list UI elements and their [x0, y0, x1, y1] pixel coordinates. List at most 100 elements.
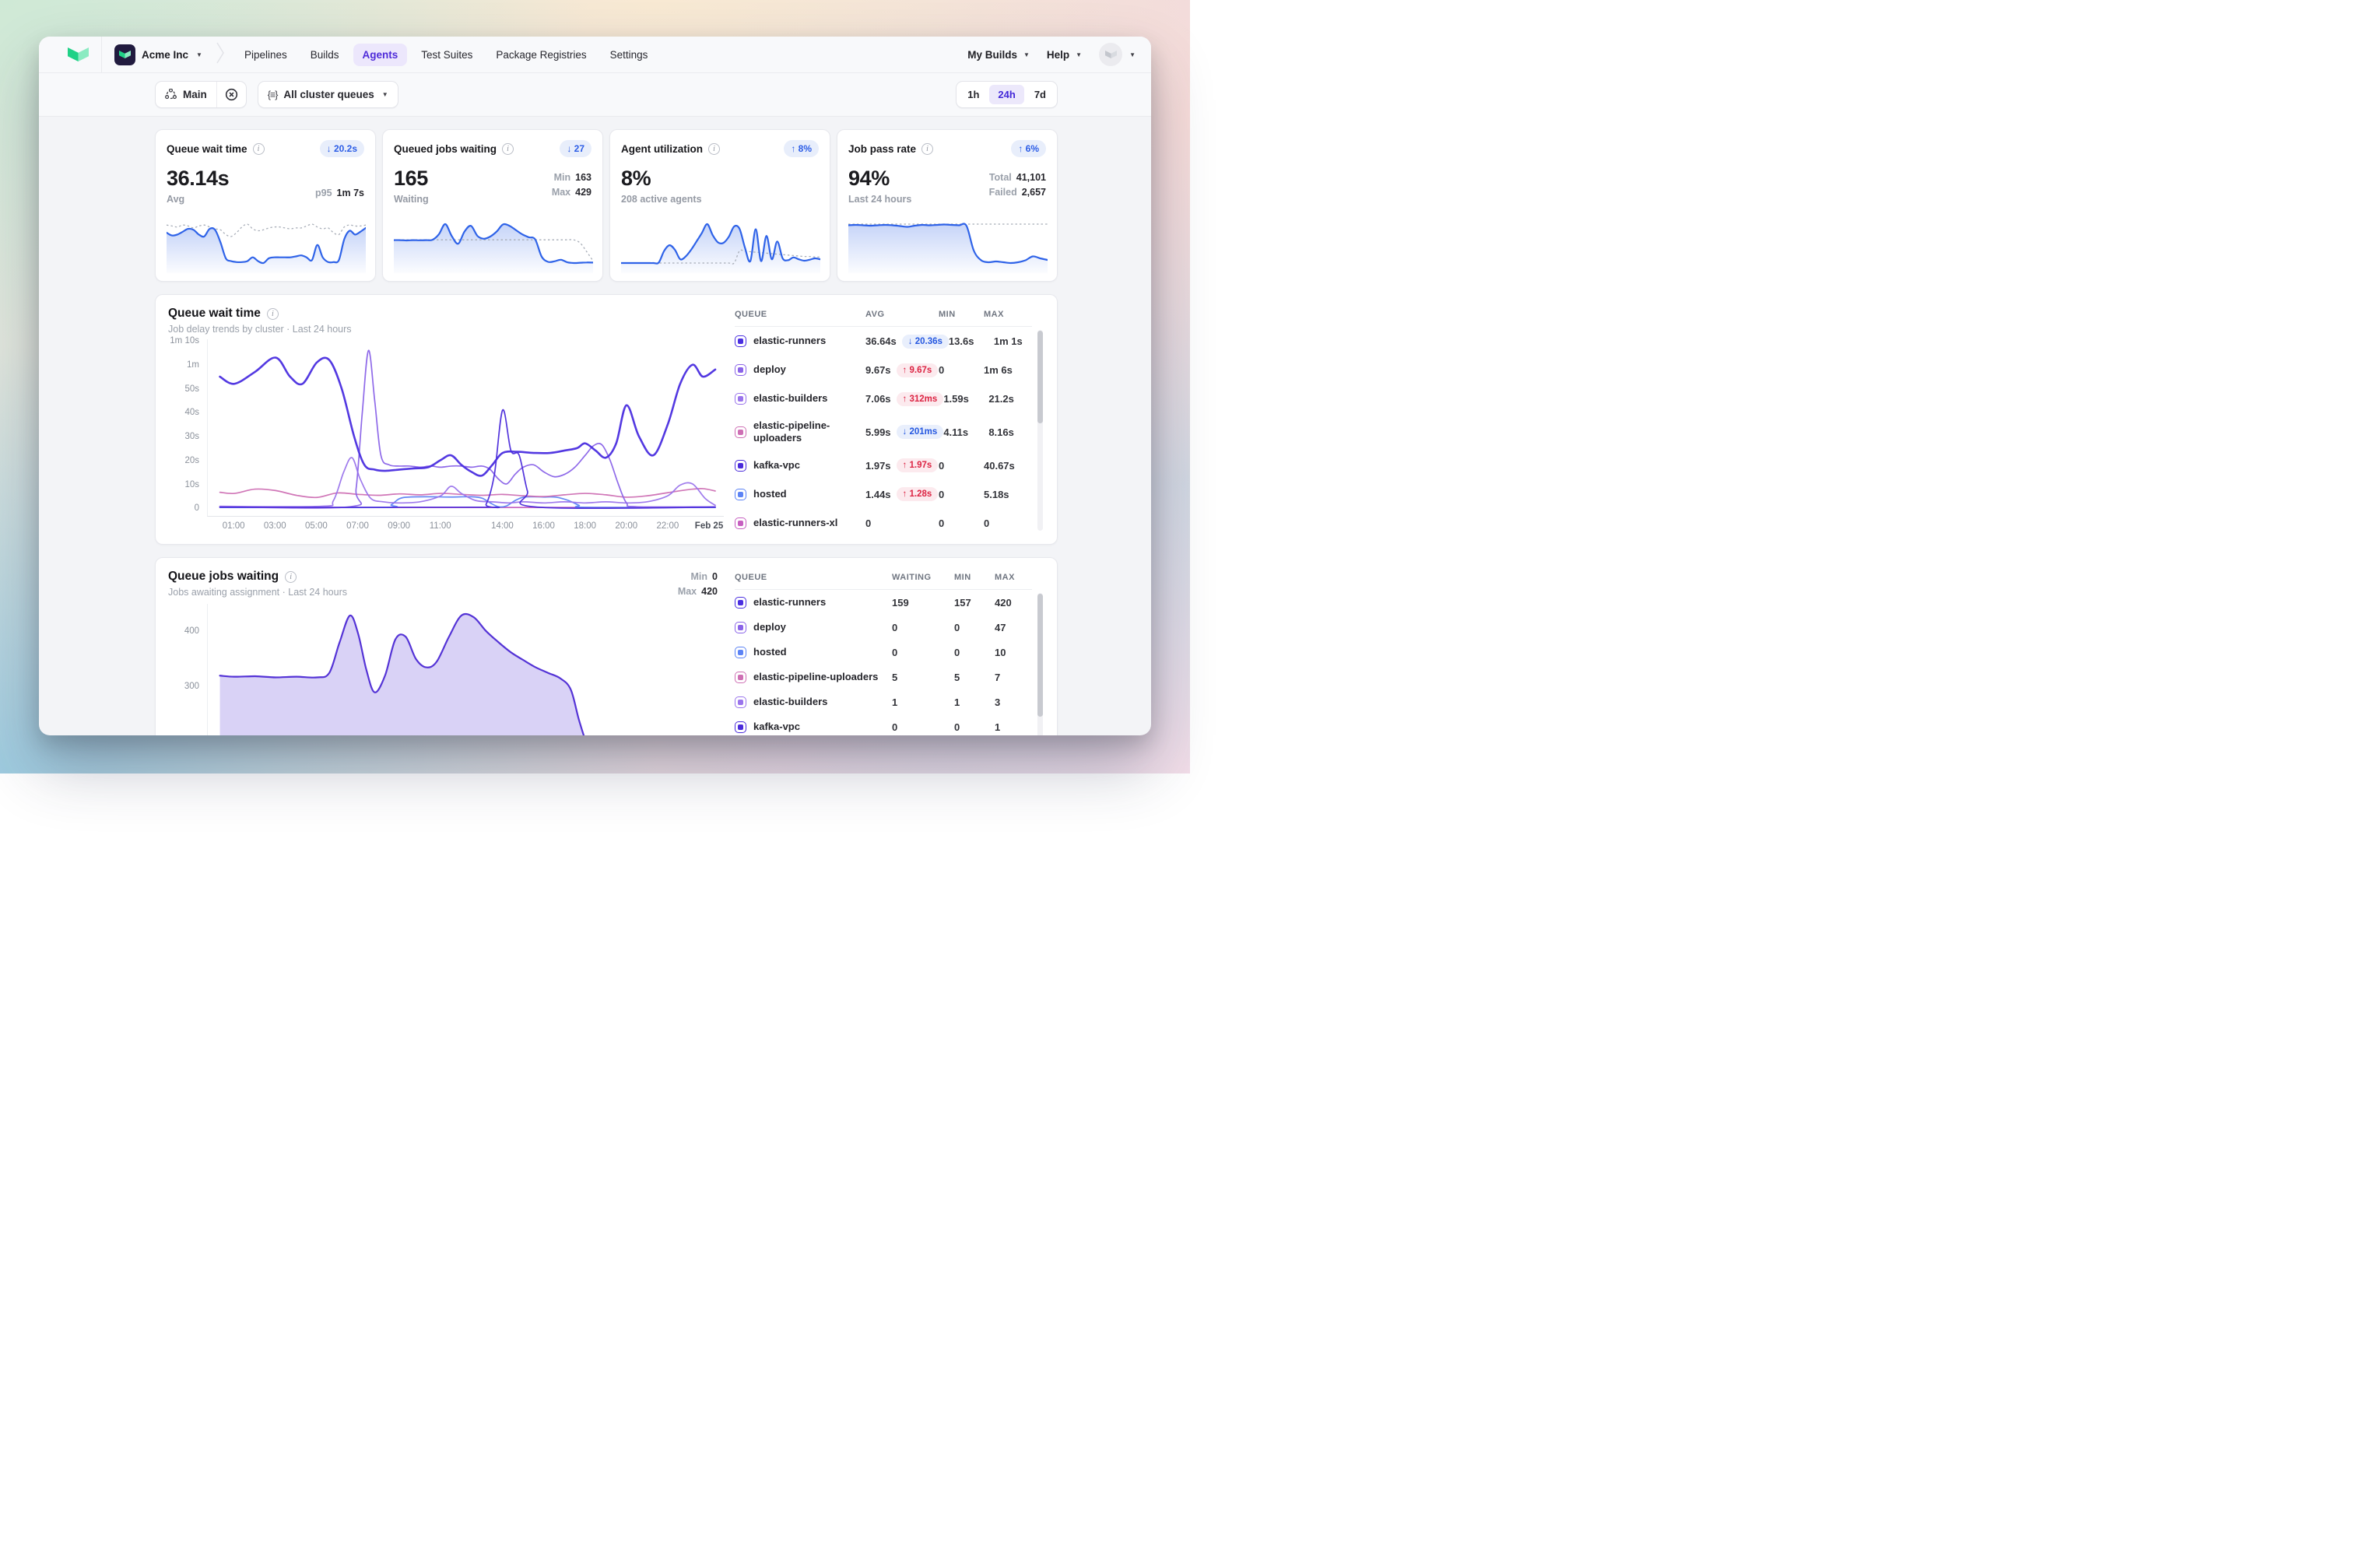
- delta-badge: ↑ 1.97s: [897, 458, 939, 472]
- chevron-down-icon: ▼: [1076, 51, 1082, 58]
- x-axis-labels: 01:0003:0005:0007:0009:0011:0014:0016:00…: [207, 517, 724, 532]
- queue-icon: [735, 517, 746, 529]
- jobs-waiting-area-chart[interactable]: [207, 604, 724, 736]
- card-title: Job pass rate: [848, 143, 916, 155]
- range-24h[interactable]: 24h: [989, 85, 1023, 104]
- nav-item-package-registries[interactable]: Package Registries: [486, 44, 595, 66]
- y-axis-labels: 400300200100: [168, 604, 207, 736]
- delta-badge: ↓ 20.36s: [902, 335, 949, 349]
- chevron-down-icon: ▼: [1129, 51, 1136, 58]
- info-icon[interactable]: i: [502, 143, 514, 155]
- card-stats: Total41,101 Failed2,657: [989, 170, 1046, 201]
- info-icon[interactable]: i: [285, 571, 297, 583]
- cluster-filter: Main: [155, 81, 247, 108]
- scrollbar-thumb[interactable]: [1037, 331, 1043, 423]
- close-circle-icon: [225, 88, 238, 101]
- sparkline-chart: [167, 216, 366, 273]
- card-queued-jobs-waiting[interactable]: Queued jobs waiting i ↓ 27 165 Waiting M…: [382, 129, 603, 282]
- table-row[interactable]: elastic-runners 36.64s↓ 20.36s 13.6s1m 1…: [735, 327, 1032, 356]
- range-7d[interactable]: 7d: [1026, 85, 1055, 104]
- jobs-waiting-table: QUEUEWAITINGMINMAX elastic-runners 15915…: [735, 570, 1044, 735]
- nav-item-test-suites[interactable]: Test Suites: [412, 44, 482, 66]
- info-icon[interactable]: i: [921, 143, 933, 155]
- table-row[interactable]: elastic-builders 113: [735, 689, 1032, 714]
- card-title: Queue wait time: [167, 143, 247, 155]
- trend-badge: ↓ 27: [560, 140, 591, 157]
- help-menu[interactable]: Help▼: [1047, 49, 1082, 61]
- queue-wait-table: QUEUEAVGMINMAX elastic-runners 36.64s↓ 2…: [735, 307, 1044, 532]
- queue-icon: [735, 672, 746, 683]
- cluster-filter-main[interactable]: Main: [156, 82, 216, 107]
- trend-badge: ↑ 6%: [1011, 140, 1046, 157]
- table-row[interactable]: hosted 0010: [735, 640, 1032, 665]
- table-row[interactable]: kafka-vpc 001: [735, 714, 1032, 735]
- scrollbar-thumb[interactable]: [1037, 594, 1043, 717]
- table-header: QUEUEAVGMINMAX: [735, 307, 1032, 327]
- chevron-down-icon: ▼: [382, 91, 388, 98]
- table-row[interactable]: elastic-pipeline-uploaders 557: [735, 665, 1032, 689]
- sparkline-chart: [621, 216, 820, 273]
- delta-badge: ↑ 312ms: [897, 392, 944, 406]
- table-row[interactable]: deploy 0047: [735, 615, 1032, 640]
- queue-icon: [735, 489, 746, 500]
- trend-badge: ↑ 8%: [784, 140, 819, 157]
- nav-item-pipelines[interactable]: Pipelines: [235, 44, 297, 66]
- card-title: Queued jobs waiting: [394, 143, 497, 155]
- queue-wait-time-panel: Queue wait time i Job delay trends by cl…: [155, 294, 1058, 545]
- queue-icon: [735, 696, 746, 708]
- card-value: 8%: [621, 167, 819, 191]
- card-title: Agent utilization: [621, 143, 703, 155]
- time-range-toggle: 1h 24h 7d: [956, 81, 1058, 108]
- avatar: [1099, 43, 1122, 66]
- table-row[interactable]: elastic-runners-xl 0 00: [735, 509, 1032, 538]
- queue-icon: [735, 647, 746, 658]
- table-row[interactable]: hosted 1.44s↑ 1.28s 05.18s: [735, 480, 1032, 509]
- panel-subtitle: Jobs awaiting assignment · Last 24 hours: [168, 587, 347, 598]
- sparkline-chart: [394, 216, 593, 273]
- buildkite-logo-icon[interactable]: [54, 47, 101, 61]
- metric-cards: Queue wait time i ↓ 20.2s 36.14s Avg p95…: [155, 129, 1058, 282]
- queue-icon: [735, 364, 746, 376]
- queues-filter-label: All cluster queues: [283, 89, 374, 100]
- y-axis-labels: 1m 10s1m50s40s30s20s10s0: [168, 339, 207, 517]
- card-queue-wait-time[interactable]: Queue wait time i ↓ 20.2s 36.14s Avg p95…: [155, 129, 376, 282]
- card-job-pass-rate[interactable]: Job pass rate i ↑ 6% 94% Last 24 hours T…: [837, 129, 1058, 282]
- queue-icon: [735, 335, 746, 347]
- main-content: Queue wait time i ↓ 20.2s 36.14s Avg p95…: [39, 117, 1151, 735]
- table-row[interactable]: elastic-runners 159157420: [735, 590, 1032, 615]
- table-scrollbar: [1037, 330, 1043, 531]
- chevron-down-icon: ▼: [196, 51, 202, 58]
- breadcrumb-chevron-icon: [216, 41, 224, 68]
- table-row[interactable]: kafka-vpc 1.97s↑ 1.97s 040.67s: [735, 451, 1032, 480]
- table-row[interactable]: elastic-pipeline-uploaders 5.99s↓ 201ms …: [735, 413, 1032, 451]
- queues-filter[interactable]: {≡} All cluster queues ▼: [258, 81, 398, 108]
- panel-title: Queue jobs waiting: [168, 570, 279, 584]
- info-icon[interactable]: i: [708, 143, 720, 155]
- org-switcher[interactable]: Acme Inc ▼: [114, 44, 202, 65]
- nav-item-settings[interactable]: Settings: [601, 44, 658, 66]
- card-agent-utilization[interactable]: Agent utilization i ↑ 8% 8% 208 active a…: [609, 129, 830, 282]
- my-builds-menu[interactable]: My Builds▼: [967, 49, 1030, 61]
- nav-item-builds[interactable]: Builds: [301, 44, 349, 66]
- queue-icon: [735, 426, 746, 438]
- nav-item-agents[interactable]: Agents: [353, 44, 408, 66]
- user-menu[interactable]: ▼: [1099, 43, 1136, 66]
- table-row[interactable]: deploy 9.67s↑ 9.67s 01m 6s: [735, 356, 1032, 384]
- table-scrollbar: [1037, 593, 1043, 735]
- delta-badge: ↓ 201ms: [897, 425, 944, 439]
- card-stats: Min163 Max429: [552, 170, 591, 201]
- queue-wait-line-chart[interactable]: [207, 339, 724, 517]
- min-max-stats: Min0 Max420: [678, 570, 724, 599]
- cluster-filter-label: Main: [183, 89, 207, 100]
- info-icon[interactable]: i: [267, 308, 279, 320]
- cluster-icon: [165, 89, 177, 100]
- queue-jobs-waiting-panel: Queue jobs waiting i Jobs awaiting assig…: [155, 557, 1058, 735]
- info-icon[interactable]: i: [253, 143, 265, 155]
- panel-subtitle: Job delay trends by cluster · Last 24 ho…: [168, 324, 724, 335]
- queue-icon: [735, 460, 746, 472]
- clear-cluster-filter-button[interactable]: [216, 82, 246, 107]
- table-row[interactable]: elastic-builders 7.06s↑ 312ms 1.59s21.2s: [735, 384, 1032, 413]
- org-name: Acme Inc: [142, 49, 188, 61]
- range-1h[interactable]: 1h: [959, 85, 988, 104]
- card-stats: p951m 7s: [315, 186, 364, 201]
